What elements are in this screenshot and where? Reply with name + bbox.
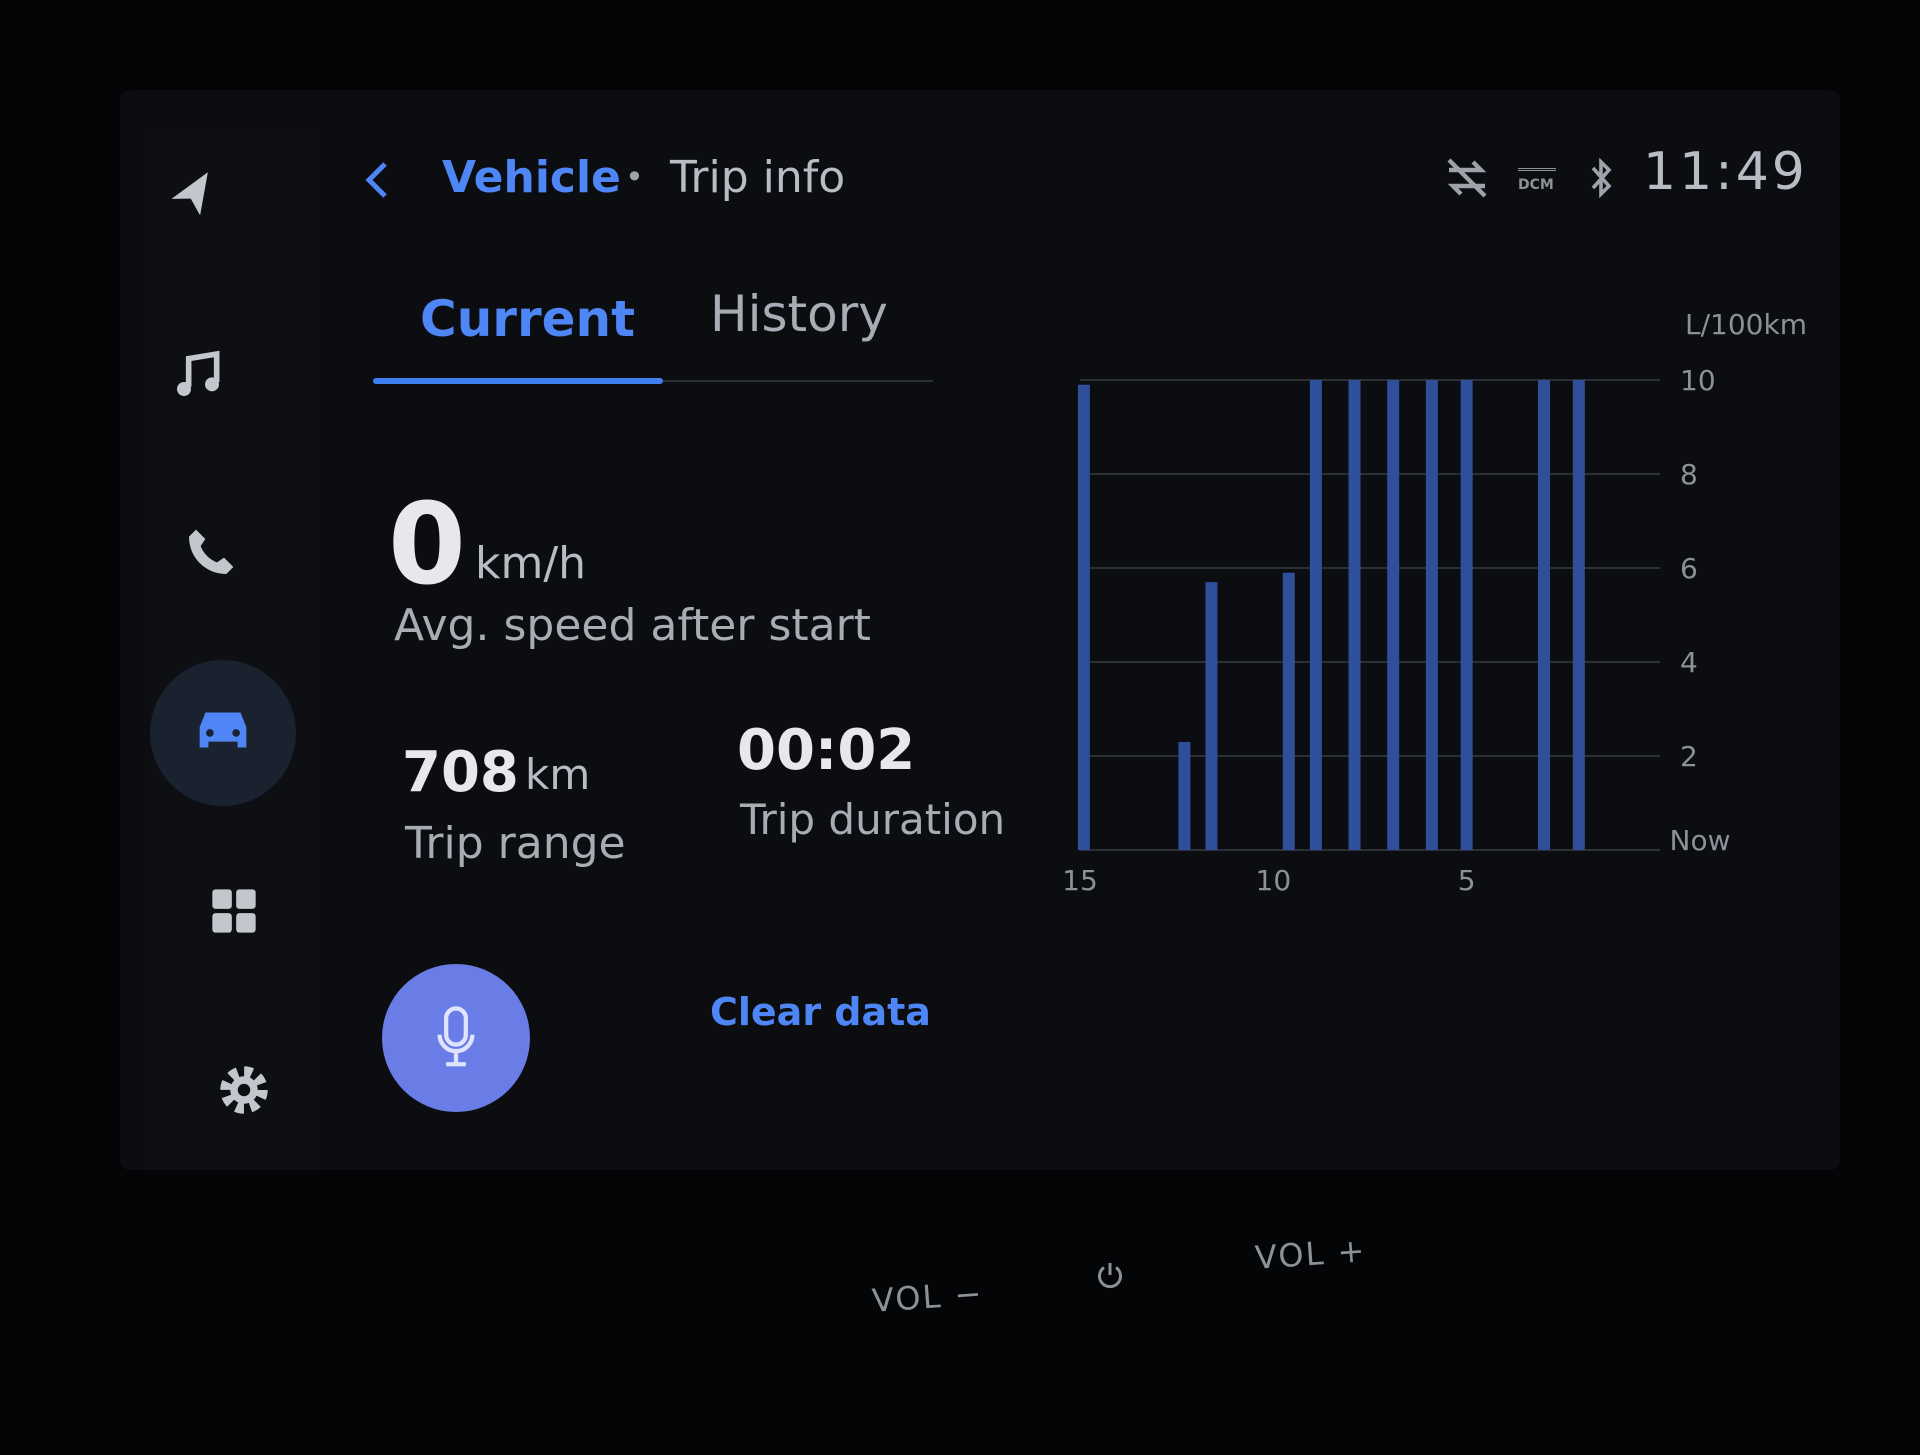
tab-current[interactable]: Current: [420, 290, 635, 348]
gear-icon[interactable]: [214, 1060, 274, 1120]
vol-down-button[interactable]: VOL −: [871, 1274, 985, 1320]
avg-speed-unit: km/h: [475, 538, 587, 589]
avg-speed-label: Avg. speed after start: [394, 600, 871, 651]
breadcrumb-trip-info: Trip info: [670, 152, 846, 203]
trip-range-label: Trip range: [405, 818, 626, 869]
x-tick-label: Now: [1670, 824, 1731, 857]
tab-active-indicator: [373, 378, 663, 384]
power-icon[interactable]: [1095, 1260, 1125, 1290]
fuel-consumption-chart: 2 4 6 8 10 15 10 5 Now: [1062, 364, 1731, 897]
avg-speed-value: 0: [388, 480, 466, 610]
bar: [1205, 582, 1218, 850]
bar: [1425, 380, 1438, 850]
y-tick-label: 6: [1680, 552, 1698, 585]
breadcrumb-separator: •: [625, 158, 644, 196]
bar: [1572, 380, 1585, 850]
bar: [1538, 380, 1550, 850]
car-icon: [199, 712, 247, 748]
clock: 11:49: [1643, 142, 1808, 202]
bar: [1282, 572, 1295, 850]
bar: [1178, 741, 1191, 850]
dcm-icon: DCM: [1518, 168, 1556, 193]
x-tick-label: 5: [1458, 864, 1476, 897]
y-tick-label: 8: [1680, 458, 1698, 491]
y-tick-label: 2: [1680, 740, 1698, 773]
x-tick-label: 15: [1062, 864, 1098, 897]
bar: [1077, 384, 1090, 850]
music-note-icon[interactable]: [170, 345, 226, 405]
y-tick-label: 4: [1680, 646, 1698, 679]
trip-duration-label: Trip duration: [740, 795, 1006, 844]
y-tick-label: 10: [1680, 364, 1716, 397]
clear-data-button[interactable]: Clear data: [710, 990, 931, 1034]
x-tick-label: 10: [1256, 864, 1292, 897]
bar: [1460, 380, 1473, 850]
bar: [1348, 380, 1361, 850]
bluetooth-icon: [1591, 158, 1612, 198]
bar: [1387, 380, 1400, 850]
dcm-label: DCM: [1518, 177, 1554, 193]
trip-range-value: 708: [402, 740, 519, 805]
phone-icon[interactable]: [182, 525, 238, 581]
navigation-arrow-icon[interactable]: [165, 170, 221, 226]
trip-range-unit: km: [525, 750, 591, 799]
bar: [1309, 380, 1322, 850]
vol-up-button[interactable]: VOL +: [1254, 1231, 1368, 1277]
data-off-icon: [1447, 158, 1487, 198]
sidebar: [150, 130, 320, 1170]
breadcrumb-vehicle[interactable]: Vehicle: [442, 152, 621, 203]
apps-grid-icon[interactable]: [208, 885, 260, 937]
microphone-icon: [437, 1006, 475, 1067]
chevron-left-icon[interactable]: [362, 160, 392, 200]
trip-duration-value: 00:02: [737, 718, 916, 783]
tab-history[interactable]: History: [710, 285, 888, 343]
chart-ylabel: L/100km: [1685, 308, 1807, 341]
